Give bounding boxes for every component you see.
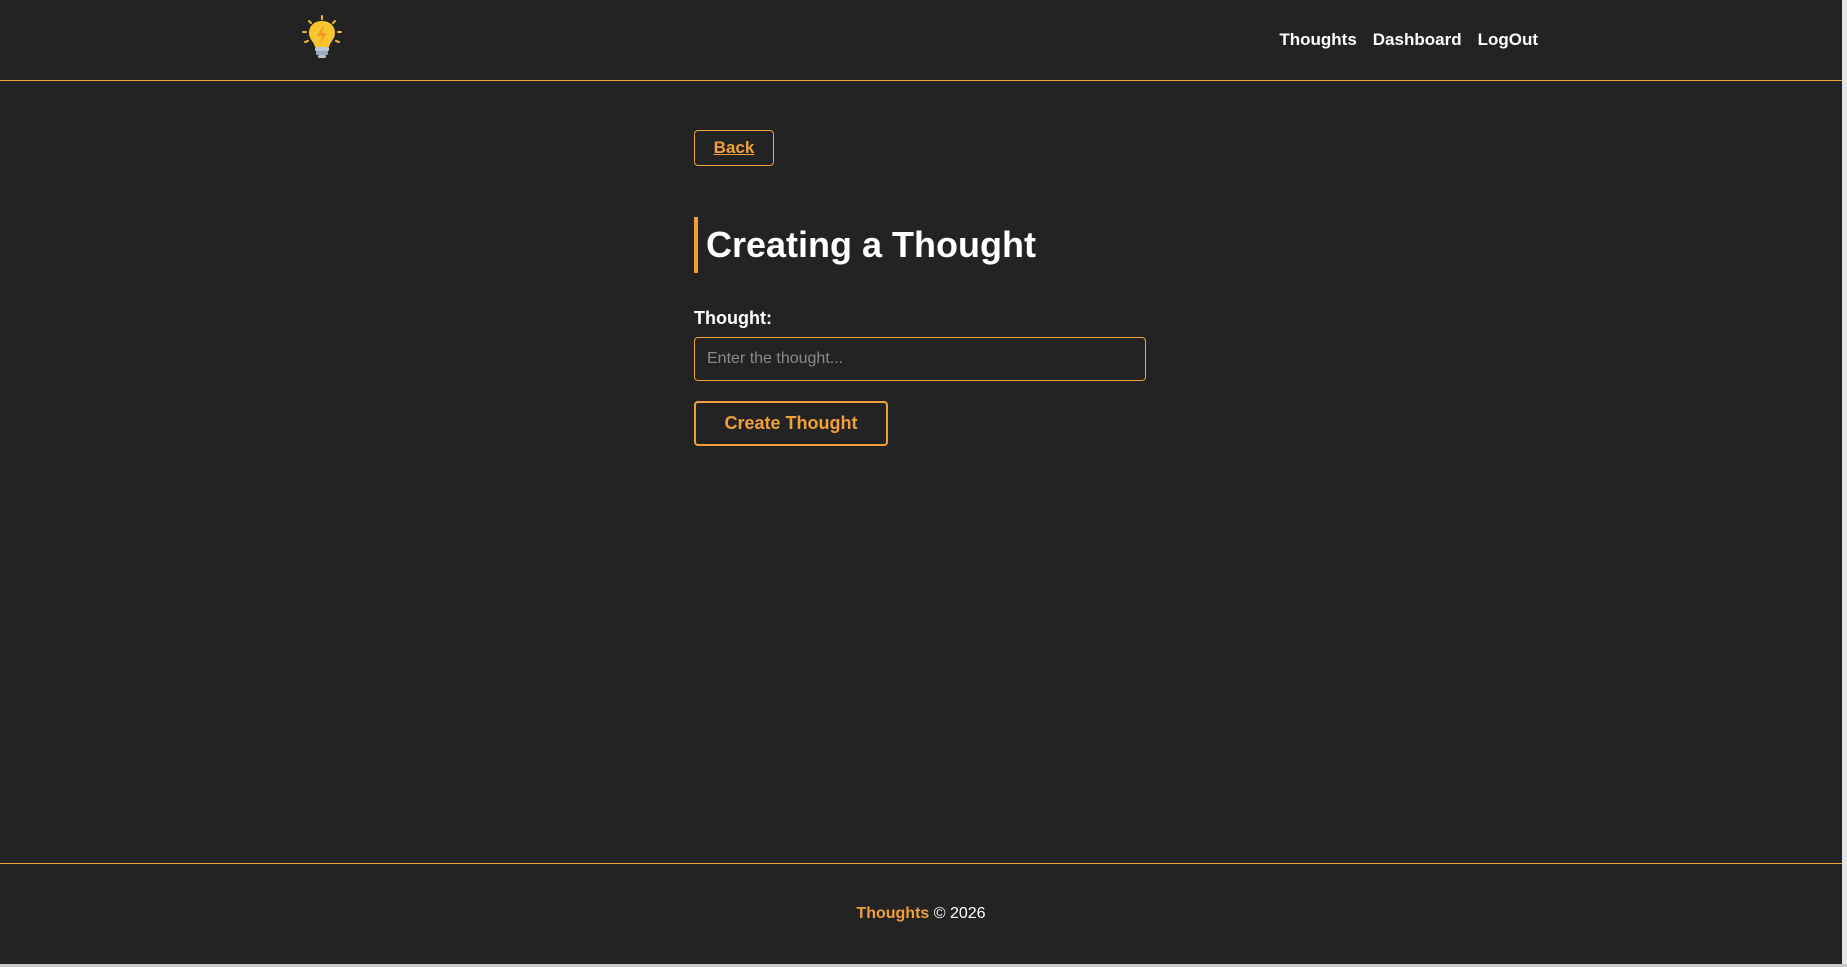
footer-brand: Thoughts [856,905,930,922]
main-content: Back Creating a Thought Thought: Create … [694,130,1194,446]
nav-logout-link[interactable]: LogOut [1478,29,1538,51]
nav-thoughts-link[interactable]: Thoughts [1279,29,1356,51]
thought-input[interactable] [694,337,1146,381]
page: Thoughts Dashboard LogOut Back Creating … [0,0,1847,967]
lightbulb-icon[interactable] [300,15,344,61]
main-nav: Thoughts Dashboard LogOut [1279,29,1538,51]
create-thought-button[interactable]: Create Thought [694,401,888,446]
page-title: Creating a Thought [706,224,1036,265]
nav-dashboard-link[interactable]: Dashboard [1373,29,1462,51]
page-title-block: Creating a Thought [694,217,1036,273]
thought-label: Thought: [694,308,772,328]
footer-text: Thoughts © 2026 [0,905,1842,923]
back-button[interactable]: Back [694,130,774,166]
footer-copyright: © 2026 [933,905,986,922]
site-header: Thoughts Dashboard LogOut [0,0,1842,81]
scrollbar[interactable] [1842,0,1847,967]
site-footer: Thoughts © 2026 [0,863,1842,964]
